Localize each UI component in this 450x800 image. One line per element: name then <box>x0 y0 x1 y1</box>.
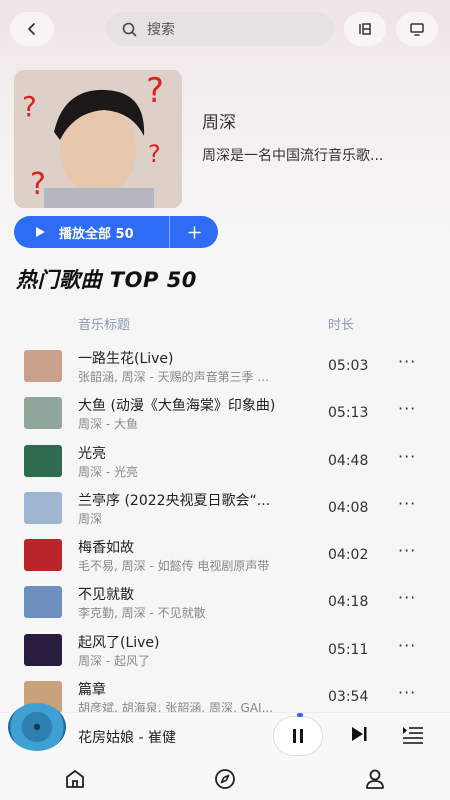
more-icon[interactable]: ··· <box>398 636 416 655</box>
pause-button[interactable] <box>273 716 323 756</box>
nav-home[interactable] <box>64 768 86 794</box>
song-cover <box>24 491 62 524</box>
artist-name: 周深 <box>202 113 236 133</box>
search-input[interactable]: 搜索 <box>106 12 334 46</box>
svg-text:?: ? <box>146 71 164 111</box>
song-title: 篇章 <box>78 682 106 699</box>
song-cover <box>24 444 62 477</box>
column-header-duration: 时长 <box>328 318 355 333</box>
artist-photo: ? ? ? ? <box>14 70 182 208</box>
song-duration: 05:11 <box>328 641 369 658</box>
nav-discover[interactable] <box>214 768 236 794</box>
mini-player[interactable] <box>0 712 450 760</box>
song-duration: 03:54 <box>328 689 369 706</box>
plus-icon <box>187 225 201 239</box>
song-row[interactable]: 不见就散 李克勤, 周深 - 不见就散 04:18 ··· <box>0 578 450 625</box>
song-row[interactable]: 光亮 周深 - 光亮 04:48 ··· <box>0 437 450 484</box>
pause-icon <box>293 729 303 743</box>
song-duration: 04:02 <box>328 547 369 564</box>
song-cover <box>24 586 62 619</box>
svg-text:?: ? <box>22 90 37 123</box>
add-to-playlist-button[interactable] <box>170 225 218 239</box>
song-artist: 毛不易, 周深 - 如懿传 电视剧原声带 <box>78 559 270 574</box>
more-icon[interactable]: ··· <box>398 447 416 466</box>
song-cover <box>24 633 62 666</box>
section-title: 热门歌曲 TOP 50 <box>16 268 197 292</box>
artist-description[interactable]: 周深是一名中国流行音乐歌... <box>202 145 432 165</box>
now-playing-cover[interactable] <box>8 703 66 751</box>
song-title: 梅香如故 <box>78 540 134 557</box>
playlist-button[interactable] <box>402 726 424 748</box>
svg-text:?: ? <box>30 167 46 202</box>
song-row[interactable]: 起风了(Live) 周深 - 起风了 05:11 ··· <box>0 626 450 673</box>
play-all-main[interactable]: 播放全部 50 <box>14 216 170 248</box>
more-icon[interactable]: ··· <box>398 494 416 513</box>
column-header-title: 音乐标题 <box>78 318 131 333</box>
play-icon <box>36 227 45 237</box>
nav-profile[interactable] <box>364 768 386 794</box>
more-icon[interactable]: ··· <box>398 683 416 702</box>
cast-button[interactable] <box>396 12 438 46</box>
song-list: 一路生花(Live) 张韶涵, 周深 - 天赐的声音第三季 ... 05:03 … <box>0 342 450 720</box>
play-all-label: 播放全部 50 <box>59 226 134 242</box>
song-artist: 李克勤, 周深 - 不见就散 <box>78 606 206 621</box>
more-icon[interactable]: ··· <box>398 352 416 371</box>
song-duration: 05:03 <box>328 358 369 374</box>
song-duration: 04:18 <box>328 594 369 611</box>
song-cover <box>24 350 62 382</box>
song-duration: 04:48 <box>328 452 369 469</box>
svg-text:?: ? <box>148 140 161 168</box>
song-title: 不见就散 <box>78 587 134 604</box>
song-row[interactable]: 兰亭序 (2022央视夏日歌会“... 周深 04:08 ··· <box>0 484 450 531</box>
song-artist: 周深 - 光亮 <box>78 464 138 479</box>
progress-indicator <box>297 713 303 717</box>
more-icon[interactable]: ··· <box>398 541 416 560</box>
more-icon[interactable]: ··· <box>398 399 416 418</box>
back-button[interactable] <box>10 12 54 46</box>
song-title: 大鱼 (动漫《大鱼海棠》印象曲) <box>78 398 276 415</box>
search-icon <box>122 22 137 36</box>
top-bar: 搜索 <box>10 12 440 48</box>
history-button[interactable] <box>344 12 386 46</box>
playlist-icon <box>403 727 423 744</box>
chevron-left-icon <box>28 23 35 35</box>
song-title: 一路生花(Live) <box>78 351 174 367</box>
song-artist: 张韶涵, 周深 - 天赐的声音第三季 ... <box>78 370 269 384</box>
song-artist: 周深 - 起风了 <box>78 653 150 668</box>
song-title: 光亮 <box>78 445 106 462</box>
play-all-button[interactable]: 播放全部 50 <box>14 216 218 248</box>
home-icon <box>66 770 84 788</box>
song-artist: 周深 - 大鱼 <box>78 417 138 432</box>
song-cover <box>24 539 62 572</box>
song-duration: 04:08 <box>328 499 369 516</box>
song-artist: 周深 <box>78 511 103 526</box>
bottom-nav <box>0 760 450 800</box>
search-placeholder: 搜索 <box>147 22 175 38</box>
song-duration: 05:13 <box>328 405 369 422</box>
history-icon <box>359 23 371 35</box>
song-row[interactable]: 一路生花(Live) 张韶涵, 周深 - 天赐的声音第三季 ... 05:03 … <box>0 342 450 389</box>
now-playing-title[interactable]: 花房姑娘 - 崔健 <box>78 727 176 747</box>
song-row[interactable]: 梅香如故 毛不易, 周深 - 如懿传 电视剧原声带 04:02 ··· <box>0 531 450 578</box>
song-row[interactable]: 大鱼 (动漫《大鱼海棠》印象曲) 周深 - 大鱼 05:13 ··· <box>0 389 450 436</box>
song-cover <box>24 397 62 430</box>
monitor-icon <box>410 23 424 36</box>
song-title: 起风了(Live) <box>78 634 160 651</box>
more-icon[interactable]: ··· <box>398 588 416 607</box>
compass-icon <box>215 769 235 789</box>
skip-next-icon <box>352 727 367 741</box>
user-icon <box>366 769 384 789</box>
song-title: 兰亭序 (2022央视夏日歌会“... <box>78 492 271 509</box>
next-button[interactable] <box>350 726 368 746</box>
